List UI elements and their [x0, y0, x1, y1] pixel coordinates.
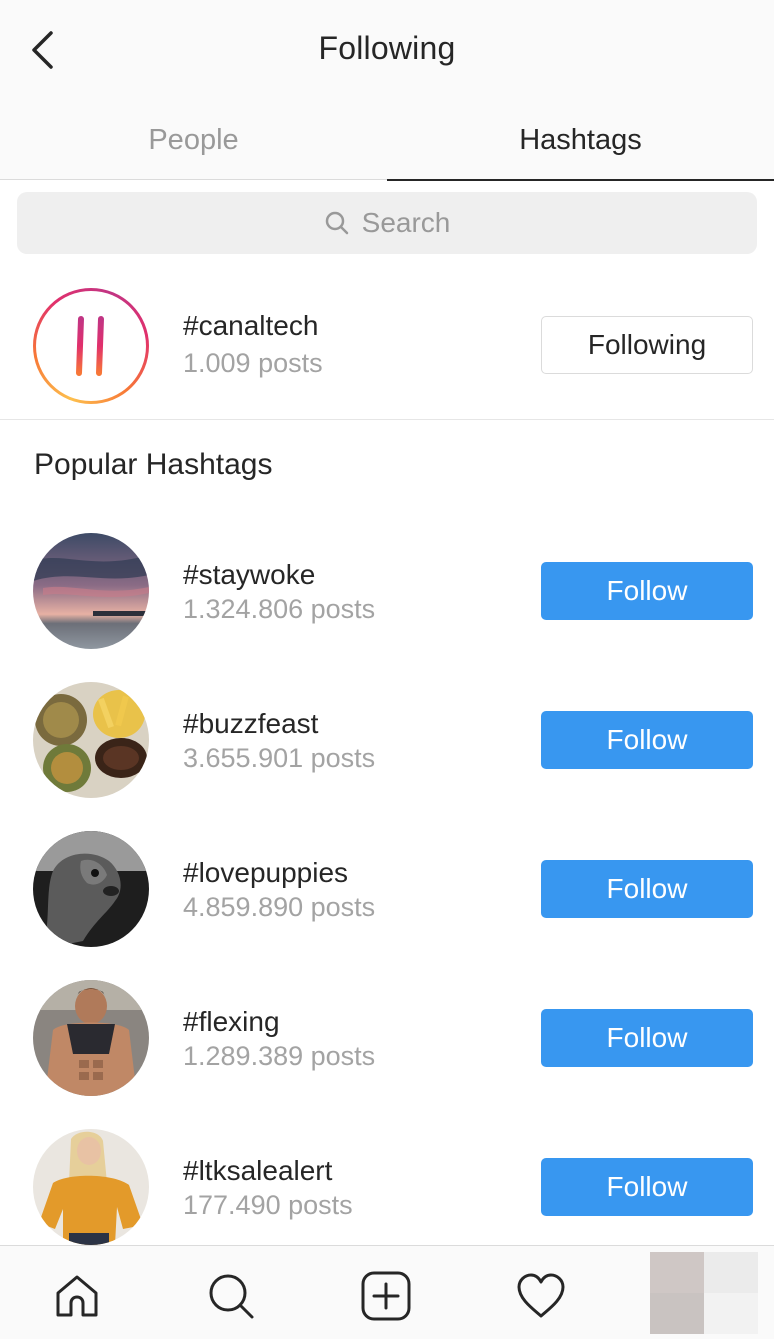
search-icon — [209, 1274, 254, 1319]
follow-button[interactable]: Follow — [541, 562, 753, 620]
nav-search[interactable] — [203, 1268, 259, 1324]
follow-button[interactable]: Follow — [541, 711, 753, 769]
hashtag-avatar — [33, 682, 149, 798]
hashtag-name: #ltksalealert — [183, 1155, 333, 1186]
search-input[interactable]: Search — [17, 192, 757, 254]
top-bar: Following People Hashtags — [0, 0, 774, 181]
hashtag-post-count: 4.859.890 posts — [183, 892, 376, 922]
heart-icon — [517, 1273, 565, 1318]
hashtag-avatar — [33, 533, 149, 649]
search-placeholder: Search — [361, 207, 451, 238]
hashtag-avatar — [33, 980, 149, 1096]
hashtag-post-count: 1.009 posts — [183, 348, 323, 378]
profile-avatar[interactable] — [650, 1252, 758, 1334]
hashtag-post-count: 3.655.901 posts — [183, 743, 376, 773]
list-item[interactable]: #flexing 1.289.389 posts Follow — [0, 980, 774, 1100]
nav-add-post[interactable] — [358, 1268, 414, 1324]
hashtag-name: #lovepuppies — [183, 857, 349, 888]
search-icon — [325, 211, 348, 235]
following-button[interactable]: Following — [541, 316, 753, 374]
list-item[interactable]: #lovepuppies 4.859.890 posts Follow — [0, 831, 774, 951]
hashtag-post-count: 1.289.389 posts — [183, 1041, 376, 1071]
section-title: Popular Hashtags — [34, 448, 273, 481]
list-item[interactable]: #staywoke 1.324.806 posts Follow — [0, 533, 774, 653]
list-item[interactable]: #ltksalealert 177.490 posts Follow — [0, 1129, 774, 1249]
hashtag-post-count: 177.490 posts — [183, 1190, 353, 1220]
nav-home[interactable] — [49, 1268, 105, 1324]
followed-hashtag-row[interactable]: #canaltech 1.009 posts Following — [0, 280, 774, 420]
tab-bar: People Hashtags — [0, 100, 774, 181]
hashtag-name: #buzzfeast — [183, 708, 319, 739]
follow-button[interactable]: Follow — [541, 860, 753, 918]
hashtag-name: #staywoke — [183, 559, 316, 590]
bottom-nav — [0, 1245, 774, 1339]
follow-button[interactable]: Follow — [541, 1158, 753, 1216]
hashtag-icon — [64, 316, 118, 376]
tab-hashtags[interactable]: Hashtags — [387, 100, 774, 181]
add-post-icon — [361, 1271, 411, 1321]
list-item[interactable]: #buzzfeast 3.655.901 posts Follow — [0, 682, 774, 802]
nav-activity[interactable] — [513, 1268, 569, 1324]
home-icon — [56, 1275, 98, 1317]
hashtag-name: #flexing — [183, 1006, 280, 1037]
hashtag-avatar — [33, 288, 149, 404]
follow-button[interactable]: Follow — [541, 1009, 753, 1067]
tab-people[interactable]: People — [0, 100, 387, 180]
hashtag-name: #canaltech — [183, 310, 319, 341]
page-title: Following — [318, 30, 456, 66]
hashtag-avatar — [33, 1129, 149, 1245]
hashtag-avatar — [33, 831, 149, 947]
hashtag-post-count: 1.324.806 posts — [183, 594, 376, 624]
